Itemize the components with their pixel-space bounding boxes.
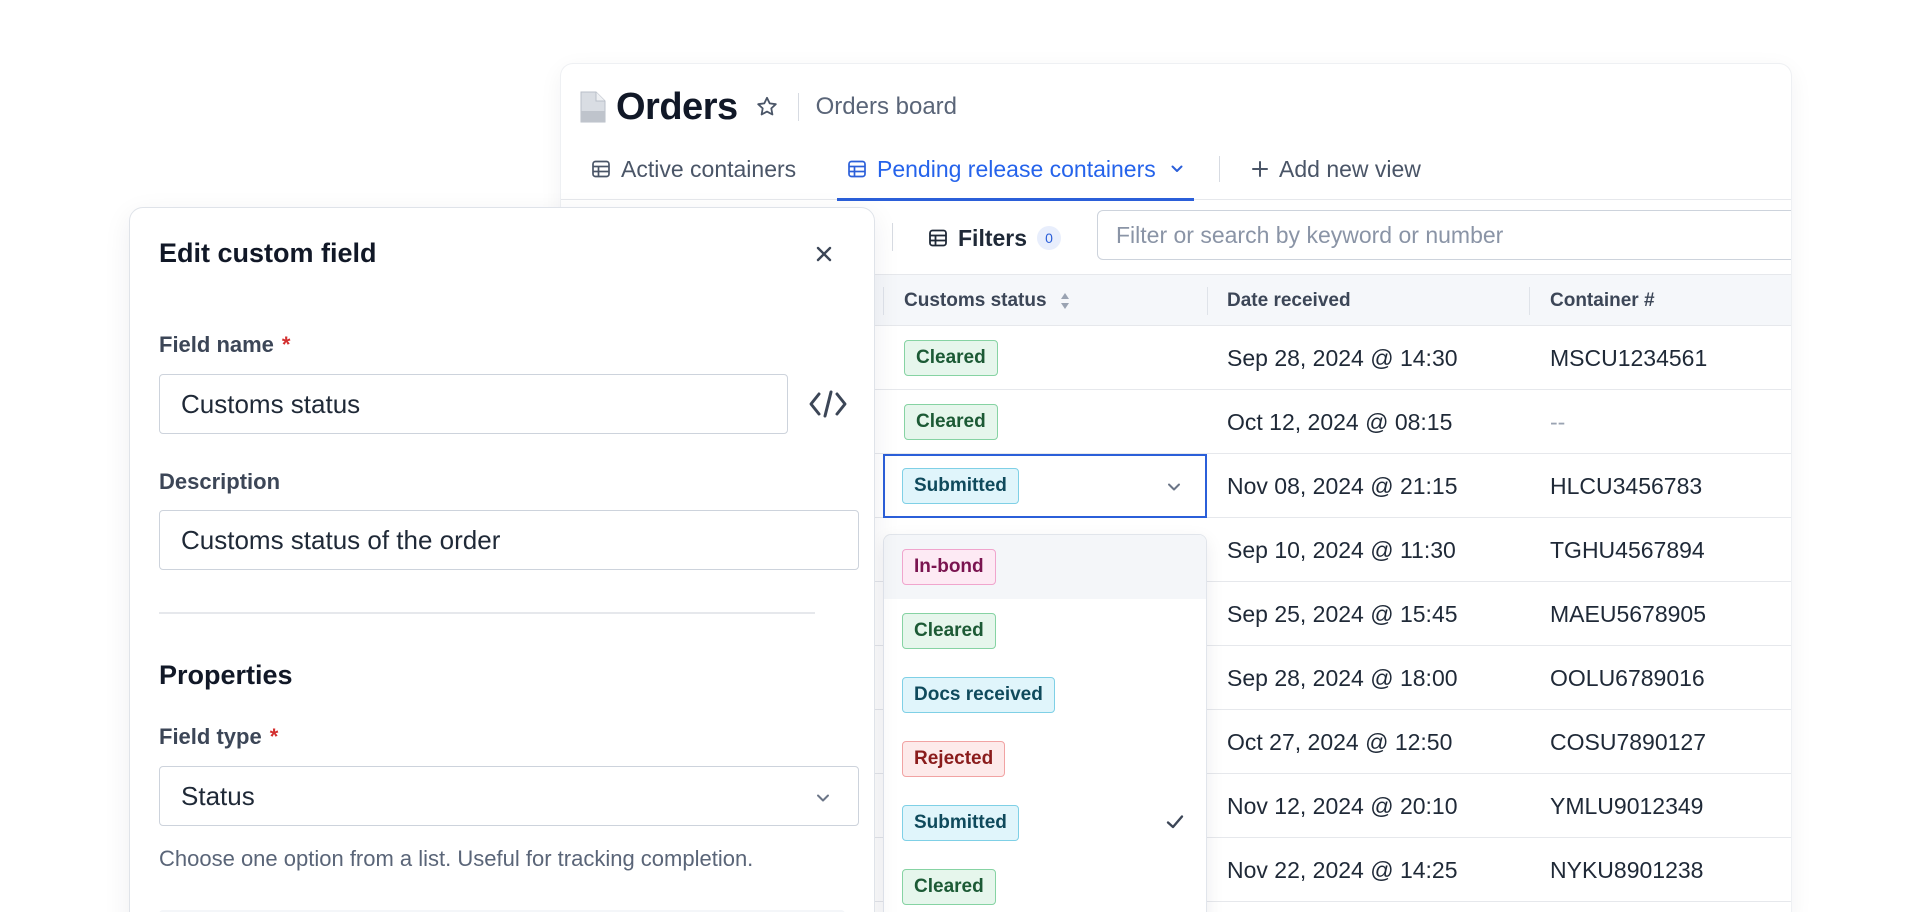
description-input[interactable] (159, 510, 859, 570)
edit-custom-field-panel: Edit custom field Field name * Descriptio… (129, 207, 875, 912)
container-number-cell: MAEU5678905 (1550, 600, 1706, 627)
status-badge: Docs received (902, 677, 1055, 713)
column-header-customs-status[interactable]: Customs status (904, 275, 1071, 327)
page-title: Orders (616, 85, 738, 128)
container-number-cell: YMLU9012349 (1550, 792, 1704, 819)
table-icon (928, 228, 948, 248)
breadcrumb[interactable]: Orders board (816, 93, 957, 121)
customs-status-cell-editing[interactable]: Submitted (883, 454, 1207, 518)
status-badge: In-bond (902, 549, 996, 585)
container-number-cell: -- (1550, 408, 1566, 435)
date-received-cell: Nov 22, 2024 @ 14:25 (1227, 856, 1458, 883)
description-label: Description (159, 469, 281, 494)
date-received-cell: Sep 28, 2024 @ 14:30 (1227, 344, 1458, 371)
date-received-cell: Sep 28, 2024 @ 18:00 (1227, 664, 1458, 691)
required-marker: * (281, 332, 291, 357)
table-icon (847, 159, 867, 179)
field-type-helper-text: Choose one option from a list. Useful fo… (159, 846, 754, 871)
status-badge: Cleared (902, 869, 996, 905)
code-icon[interactable] (807, 386, 849, 422)
column-header-date-received[interactable]: Date received (1227, 275, 1351, 327)
chevron-down-icon (814, 789, 832, 807)
container-number-cell: OOLU6789016 (1550, 664, 1705, 691)
column-label: Customs status (904, 290, 1047, 311)
column-header-container-number[interactable]: Container # (1550, 275, 1655, 327)
add-new-view-button[interactable]: Add new view (1251, 138, 1421, 200)
status-option-submitted[interactable]: Submitted (884, 791, 1206, 855)
column-label: Date received (1227, 290, 1351, 311)
field-type-value: Status (181, 780, 255, 811)
plus-icon (1251, 160, 1269, 178)
status-badge: Cleared (904, 340, 998, 376)
status-badge: Submitted (902, 468, 1019, 504)
chevron-down-icon[interactable] (1170, 162, 1184, 176)
table-icon (591, 159, 611, 179)
field-type-select[interactable]: Status (159, 766, 859, 826)
field-name-input[interactable] (159, 374, 788, 434)
title-divider (797, 93, 799, 121)
status-option-cleared[interactable]: Cleared (884, 599, 1206, 663)
search-input[interactable] (1097, 210, 1791, 260)
close-icon[interactable] (810, 240, 838, 268)
label-text: Field type (159, 724, 262, 749)
status-option-docs-received[interactable]: Docs received (884, 663, 1206, 727)
date-received-cell: Sep 10, 2024 @ 11:30 (1227, 536, 1456, 563)
container-number-cell: NYKU8901238 (1550, 856, 1704, 883)
container-number-cell: HLCU3456783 (1550, 472, 1703, 499)
status-option-in-bond[interactable]: In-bond (884, 535, 1206, 599)
properties-title: Properties (159, 660, 293, 690)
date-received-cell: Nov 12, 2024 @ 20:10 (1227, 792, 1458, 819)
status-badge: Rejected (902, 741, 1006, 777)
date-received-cell: Oct 27, 2024 @ 12:50 (1227, 728, 1453, 755)
field-type-label: Field type * (159, 724, 278, 750)
required-marker: * (269, 724, 279, 749)
date-received-cell: Nov 08, 2024 @ 21:15 (1227, 472, 1458, 499)
container-number-cell: COSU7890127 (1550, 728, 1706, 755)
view-tabs: Active containers Pending release contai… (561, 138, 1791, 201)
status-option-cleared[interactable]: Cleared (884, 855, 1206, 912)
panel-divider (159, 612, 815, 614)
filters-label: Filters (958, 224, 1028, 251)
label-text: Field name (159, 332, 274, 357)
field-name-label: Field name * (159, 332, 290, 358)
tab-label: Add new view (1279, 155, 1421, 182)
column-separator (883, 287, 884, 315)
document-icon (580, 91, 606, 123)
status-options-dropdown: In-bond Cleared Docs received Rejected S… (883, 534, 1207, 912)
customs-status-cell[interactable]: Cleared (904, 326, 998, 390)
toolbar-divider (892, 223, 893, 251)
tab-active-containers[interactable]: Active containers (591, 138, 796, 200)
status-badge: Cleared (904, 404, 998, 440)
tab-divider (1219, 156, 1220, 182)
status-badge: Submitted (902, 805, 1019, 841)
tab-label: Active containers (621, 155, 797, 182)
sort-icon[interactable] (1059, 291, 1071, 311)
chevron-down-icon[interactable] (1165, 478, 1183, 496)
filters-button[interactable]: Filters 0 (928, 218, 1062, 258)
column-separator (1529, 287, 1530, 315)
tab-pending-release-containers[interactable]: Pending release containers (837, 138, 1194, 201)
status-badge: Cleared (902, 613, 996, 649)
date-received-cell: Sep 25, 2024 @ 15:45 (1227, 600, 1458, 627)
panel-title: Edit custom field (159, 238, 377, 268)
status-option-rejected[interactable]: Rejected (884, 727, 1206, 791)
customs-status-cell[interactable]: Cleared (904, 390, 998, 454)
date-received-cell: Oct 12, 2024 @ 08:15 (1227, 408, 1453, 435)
title-row: Orders Orders board (580, 82, 957, 132)
container-number-cell: MSCU1234561 (1550, 344, 1708, 371)
filters-count-badge: 0 (1037, 226, 1062, 250)
column-label: Container # (1550, 290, 1655, 311)
star-icon[interactable] (754, 94, 780, 120)
tab-label: Pending release containers (877, 155, 1156, 182)
checkmark-icon (1164, 811, 1186, 833)
column-separator (1207, 287, 1208, 315)
container-number-cell: TGHU4567894 (1550, 536, 1705, 563)
